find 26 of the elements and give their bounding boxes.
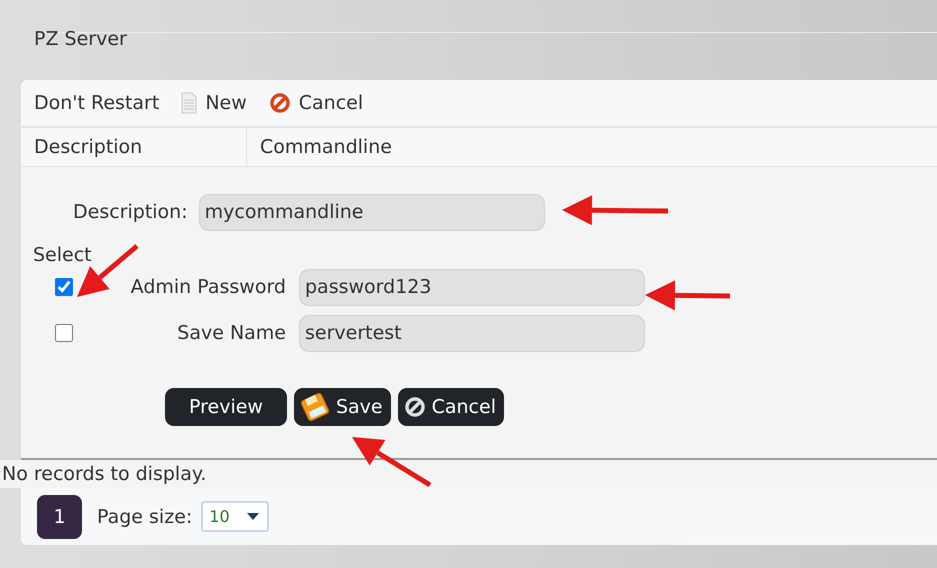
prohibited-icon (268, 92, 291, 114)
page-size-select[interactable]: 10 (201, 501, 270, 532)
toolbar-button[interactable]: Cancel (268, 92, 364, 114)
field-label: Admin Password (130, 276, 286, 298)
form-button[interactable]: Preview (165, 388, 287, 426)
column-header[interactable]: Description (34, 136, 142, 158)
toolbar-button[interactable]: Don't Restart (34, 92, 160, 114)
page-size-label: Page size: (97, 506, 192, 528)
field-label: Description: (73, 201, 188, 224)
description-field[interactable]: mycommandline (198, 194, 545, 231)
column-header[interactable]: Commandline (260, 136, 392, 158)
form-button[interactable]: Save (294, 388, 391, 426)
section-label: Select (33, 244, 92, 266)
text-field[interactable]: servertest (299, 314, 645, 352)
page-title: PZ Server (34, 28, 127, 50)
form-button[interactable]: Cancel (398, 388, 504, 426)
caret-icon (247, 513, 260, 520)
text-field[interactable]: password123 (299, 268, 645, 306)
field-label: Save Name (177, 322, 286, 344)
toolbar-button[interactable]: New (181, 92, 247, 114)
checkbox[interactable] (55, 324, 73, 342)
document-icon (181, 92, 198, 114)
checkbox[interactable] (55, 278, 73, 296)
prohibited-icon (404, 396, 426, 418)
page-button[interactable]: 1 (37, 494, 82, 539)
empty-message: No records to display. (2, 463, 206, 486)
